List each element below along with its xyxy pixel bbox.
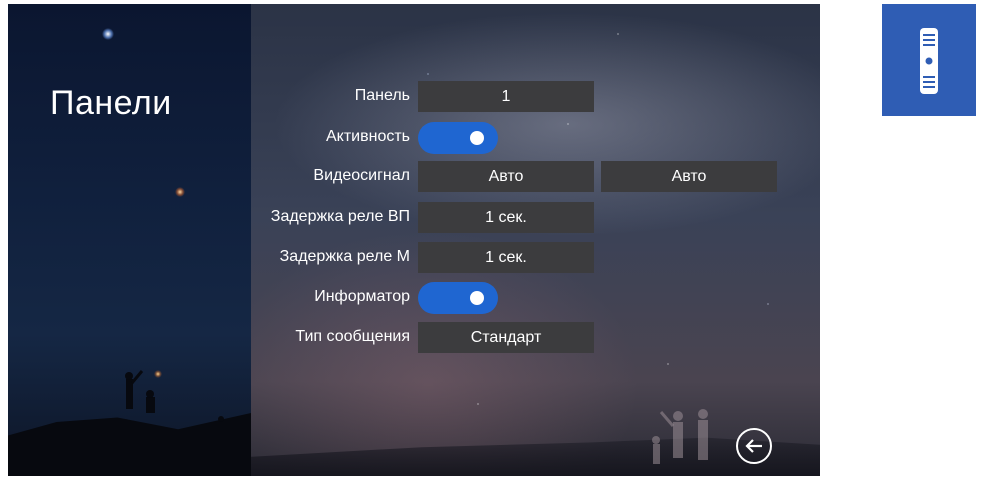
label-video-signal: Видеосигнал xyxy=(313,167,410,184)
people-silhouette-left xyxy=(125,370,224,433)
relay-delay-m-field[interactable]: 1 сек. xyxy=(418,242,594,273)
door-panel-icon xyxy=(920,28,938,94)
toggle-knob xyxy=(470,291,484,305)
page-title: Панели xyxy=(50,84,172,122)
video-signal-field-1[interactable]: Авто xyxy=(418,161,594,192)
label-relay-delay-m: Задержка реле М xyxy=(279,248,410,265)
back-arrow-icon xyxy=(745,439,762,453)
label-informer: Информатор xyxy=(314,288,410,305)
label-activity: Активность xyxy=(325,128,410,145)
message-type-field[interactable]: Стандарт xyxy=(418,322,594,353)
activity-toggle[interactable] xyxy=(418,122,498,154)
toggle-knob xyxy=(470,131,484,145)
panel-number-field[interactable]: 1 xyxy=(418,81,594,112)
video-signal-field-2[interactable]: Авто xyxy=(601,161,777,192)
label-relay-delay-vp: Задержка реле ВП xyxy=(270,208,410,225)
screen: Панели Панель 1 Активность Видеосигнал А… xyxy=(8,4,820,476)
relay-delay-vp-field[interactable]: 1 сек. xyxy=(418,202,594,233)
door-panel-tile[interactable] xyxy=(882,4,976,116)
back-button[interactable] xyxy=(736,428,772,464)
label-message-type: Тип сообщения xyxy=(295,328,410,345)
label-panel: Панель xyxy=(354,87,410,104)
informer-toggle[interactable] xyxy=(418,282,498,314)
people-silhouette-right xyxy=(652,409,708,464)
left-panel xyxy=(8,4,251,476)
